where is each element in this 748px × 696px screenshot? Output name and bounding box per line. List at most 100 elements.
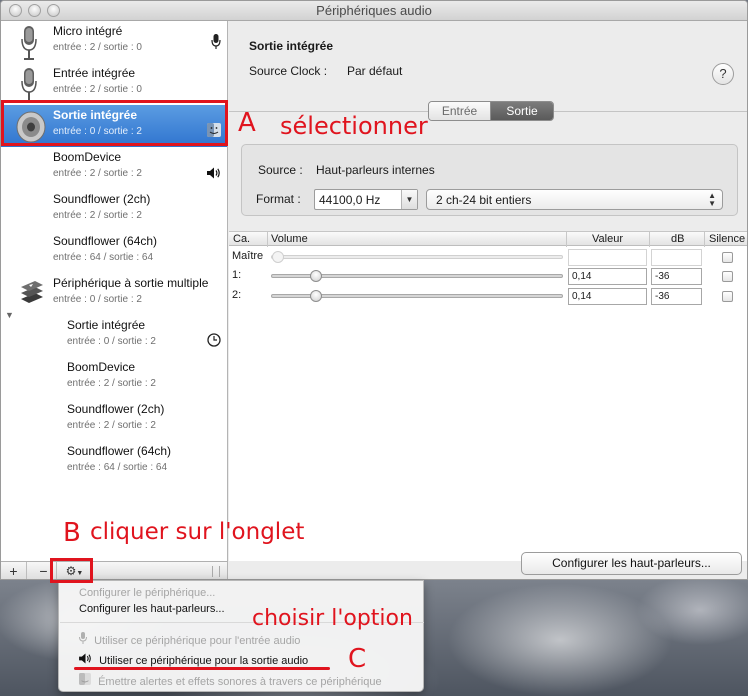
- slider-knob[interactable]: [310, 270, 322, 282]
- device-channels: entrée : 2 / sortie : 2: [67, 378, 156, 389]
- annotation-text-a: sélectionner: [280, 112, 428, 140]
- menu-item-label: Utiliser ce périphérique pour l'entrée a…: [94, 635, 301, 647]
- zoom-button[interactable]: [47, 4, 60, 17]
- mute-checkbox-channel-1[interactable]: [722, 271, 733, 282]
- annotation-letter-c: C: [348, 644, 367, 674]
- device-name: Soundflower (64ch): [67, 444, 172, 458]
- device-channels: entrée : 2 / sortie : 2: [53, 168, 142, 179]
- device-channels: entrée : 0 / sortie : 2: [67, 336, 156, 347]
- device-item-soundflower-2ch[interactable]: Soundflower (2ch) entrée : 2 / sortie : …: [1, 189, 227, 231]
- device-name: Micro intégré: [53, 24, 123, 38]
- menu-item-alerts-through-device[interactable]: Émettre alertes et effets sonores à trav…: [79, 673, 382, 688]
- sub-device-item-soundflower-2ch[interactable]: Soundflower (2ch) entrée : 2 / sortie : …: [1, 399, 227, 441]
- chevron-down-icon[interactable]: ▼: [401, 190, 417, 209]
- speaker-volume-icon: [207, 167, 221, 182]
- channel-label: 2:: [232, 289, 242, 301]
- microphone-icon: [211, 34, 221, 53]
- volume-slider-master: [271, 251, 563, 263]
- menu-item-configure-device[interactable]: Configurer le périphérique...: [79, 587, 215, 599]
- menu-item-use-for-input[interactable]: Utiliser ce périphérique pour l'entrée a…: [79, 632, 300, 647]
- value-field-channel-2[interactable]: 0,14: [568, 288, 647, 305]
- column-header-db: dB: [671, 233, 685, 245]
- mute-checkbox-master[interactable]: [722, 252, 733, 263]
- device-name: Sortie intégrée: [67, 318, 146, 332]
- column-header-channel: Ca.: [233, 233, 251, 245]
- menu-item-use-for-output[interactable]: Utiliser ce périphérique pour la sortie …: [79, 653, 308, 667]
- volume-table-header: Ca. Volume Valeur dB Silence: [229, 231, 747, 247]
- annotation-text-b: cliquer sur l'onglet: [90, 519, 305, 545]
- slider-knob[interactable]: [310, 290, 322, 302]
- sample-rate-value: 44100,0 Hz: [319, 193, 381, 207]
- menu-item-label: Utiliser ce périphérique pour la sortie …: [99, 655, 309, 667]
- microphone-icon: [19, 25, 39, 64]
- title-bar: Périphériques audio: [1, 1, 747, 21]
- db-field-channel-1[interactable]: -36: [651, 268, 702, 285]
- device-name: Soundflower (2ch): [53, 192, 151, 206]
- annotation-letter-b: B: [63, 518, 81, 548]
- sidebar-toolbar: + − ⚙▼: [1, 561, 228, 579]
- device-channels: entrée : 64 / sortie : 64: [67, 462, 168, 473]
- resize-handle[interactable]: [212, 566, 220, 577]
- column-header-volume: Volume: [271, 233, 308, 245]
- device-channels: entrée : 2 / sortie : 0: [53, 42, 142, 53]
- device-item-boomdevice[interactable]: BoomDevice entrée : 2 / sortie : 2: [1, 147, 227, 189]
- slider-knob: [272, 251, 284, 263]
- help-button[interactable]: ?: [712, 63, 734, 85]
- device-name: Entrée intégrée: [53, 66, 136, 80]
- column-header-mute: Silence: [709, 233, 746, 245]
- device-channels: entrée : 64 / sortie : 64: [53, 252, 154, 263]
- device-name: Soundflower (2ch): [67, 402, 165, 416]
- microphone-icon: [79, 632, 90, 647]
- mute-checkbox-channel-2[interactable]: [722, 291, 733, 302]
- annotation-text-c: choisir l'option: [252, 606, 413, 631]
- tab-bar: Entrée Sortie: [428, 101, 554, 121]
- volume-slider-channel-1[interactable]: [271, 270, 563, 282]
- minimize-button[interactable]: [28, 4, 41, 17]
- format-value: 2 ch-24 bit entiers: [436, 193, 532, 207]
- column-divider: [649, 232, 650, 247]
- annotation-highlight-b: [50, 558, 93, 583]
- value-field-channel-1[interactable]: 0,14: [568, 268, 647, 285]
- tab-entree[interactable]: Entrée: [429, 102, 491, 120]
- tab-sortie[interactable]: Sortie: [491, 102, 553, 120]
- format-select[interactable]: 2 ch-24 bit entiers ▲ ▼: [426, 189, 723, 210]
- sample-rate-combobox[interactable]: 44100,0 Hz ▼: [314, 189, 418, 210]
- close-button[interactable]: [9, 4, 22, 17]
- device-channels: entrée : 0 / sortie : 2: [53, 294, 142, 305]
- clock-icon: [207, 333, 221, 350]
- device-item-multi-output[interactable]: Périphérique à sortie multiple entrée : …: [1, 273, 227, 315]
- annotation-highlight-a: [1, 100, 228, 146]
- finder-icon: [79, 673, 94, 688]
- volume-slider-channel-2[interactable]: [271, 290, 563, 302]
- channel-label: 1:: [232, 269, 242, 281]
- menu-item-label: Émettre alertes et effets sonores à trav…: [98, 676, 382, 688]
- device-item-soundflower-64ch[interactable]: Soundflower (64ch) entrée : 64 / sortie …: [1, 231, 227, 273]
- device-item-entree-integree[interactable]: Entrée intégrée entrée : 2 / sortie : 0: [1, 63, 227, 105]
- db-field-channel-2[interactable]: -36: [651, 288, 702, 305]
- configure-speakers-button[interactable]: Configurer les haut-parleurs...: [521, 552, 742, 575]
- annotation-letter-a: A: [238, 108, 256, 138]
- volume-table: Ca. Volume Valeur dB Silence Maître 1: 0…: [229, 231, 747, 561]
- value-field-master: [568, 249, 647, 266]
- device-channels: entrée : 2 / sortie : 0: [53, 84, 142, 95]
- window-title: Périphériques audio: [316, 3, 432, 18]
- device-item-micro-integre[interactable]: Micro intégré entrée : 2 / sortie : 0: [1, 21, 227, 63]
- sub-device-item-boomdevice[interactable]: BoomDevice entrée : 2 / sortie : 2: [1, 357, 227, 399]
- add-device-button[interactable]: +: [1, 562, 27, 579]
- clock-source-label: Source Clock :: [249, 64, 328, 78]
- menu-item-configure-speakers[interactable]: Configurer les haut-parleurs...: [79, 603, 225, 615]
- channel-label: Maître: [232, 250, 264, 262]
- sub-device-item-sortie-integree[interactable]: Sortie intégrée entrée : 0 / sortie : 2: [1, 315, 227, 357]
- speaker-volume-icon: [79, 653, 95, 667]
- audio-devices-window: Périphériques audio Micro intégré entrée…: [0, 0, 748, 580]
- column-divider: [267, 232, 268, 247]
- column-header-value: Valeur: [592, 233, 623, 245]
- source-label: Source :: [258, 163, 303, 177]
- db-field-master: [651, 249, 702, 266]
- device-title: Sortie intégrée: [249, 39, 334, 53]
- clock-source-value[interactable]: Par défaut: [347, 64, 402, 78]
- sub-device-item-soundflower-64ch[interactable]: Soundflower (64ch) entrée : 64 / sortie …: [1, 441, 227, 483]
- device-channels: entrée : 2 / sortie : 2: [67, 420, 156, 431]
- device-name: Périphérique à sortie multiple: [53, 276, 209, 290]
- device-name: BoomDevice: [53, 150, 122, 164]
